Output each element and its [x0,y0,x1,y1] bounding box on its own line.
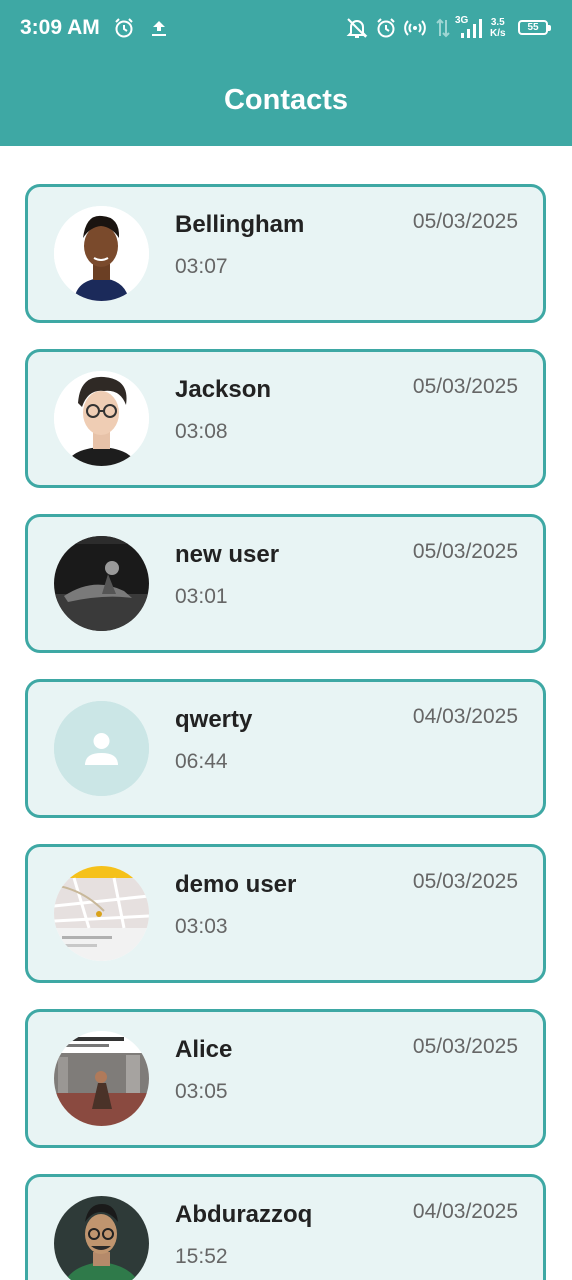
alarm-icon [115,18,133,38]
upload-icon [152,21,166,36]
contact-time: 03:03 [175,915,228,938]
alarm-icon [377,18,395,38]
contact-avatar[interactable] [54,1196,149,1280]
contact-card[interactable]: Jackson 03:08 05/03/2025 [25,349,546,488]
contact-name: Jackson [175,376,272,403]
contact-time: 15:52 [175,1245,228,1268]
contact-date: 04/03/2025 [412,1200,518,1223]
hotspot-icon [404,20,426,36]
app-bar: 3:09 AM 3G 3.5 K/s 55 Contacts [0,0,572,146]
contact-card[interactable]: Abdurazzoq 15:52 04/03/2025 [25,1174,546,1280]
battery-icon: 55 [518,20,551,35]
signal-icon [461,19,482,38]
contact-name: Alice [175,1036,233,1063]
contact-card[interactable]: Alice 03:05 05/03/2025 [25,1009,546,1148]
contact-date: 05/03/2025 [412,540,518,563]
contact-name: demo user [175,871,297,898]
contact-avatar[interactable] [54,866,149,961]
contact-time: 03:01 [175,585,228,608]
page-title: Contacts [223,84,349,116]
contact-name: Bellingham [175,211,305,238]
network-speed-unit: K/s [490,28,506,39]
contact-avatar[interactable] [54,371,149,466]
contact-date: 05/03/2025 [412,870,518,893]
contact-date: 05/03/2025 [412,375,518,398]
contact-name: qwerty [175,706,253,733]
contact-avatar[interactable] [54,206,149,301]
network-speed-value: 3.5 [490,17,505,28]
contact-date: 05/03/2025 [412,210,518,233]
contact-time: 03:07 [175,255,228,278]
contacts-list[interactable]: Bellingham 03:07 05/03/2025 Jackson 03:0… [0,146,572,1280]
person-placeholder-icon[interactable] [54,701,149,796]
contact-time: 03:05 [175,1080,228,1103]
status-bar: 3:09 AM 3G 3.5 K/s 55 [0,0,572,58]
network-speed: 3.5 K/s [490,17,506,39]
contact-date: 05/03/2025 [412,1035,518,1058]
contact-date: 04/03/2025 [412,705,518,728]
notifications-off-icon [346,18,368,38]
data-transfer-icon [436,18,450,38]
contact-time: 03:08 [175,420,228,443]
contact-card[interactable]: qwerty 06:44 04/03/2025 [25,679,546,818]
contact-name: Abdurazzoq [175,1201,313,1228]
contact-card[interactable]: new user 03:01 05/03/2025 [25,514,546,653]
battery-level: 55 [527,22,539,33]
contact-avatar[interactable] [54,536,149,631]
contact-card[interactable]: demo user 03:03 05/03/2025 [25,844,546,983]
contact-name: new user [175,541,280,568]
contact-time: 06:44 [175,750,228,773]
contact-card[interactable]: Bellingham 03:07 05/03/2025 [25,184,546,323]
status-time: 3:09 AM [20,16,100,39]
contact-avatar[interactable] [54,1031,149,1126]
